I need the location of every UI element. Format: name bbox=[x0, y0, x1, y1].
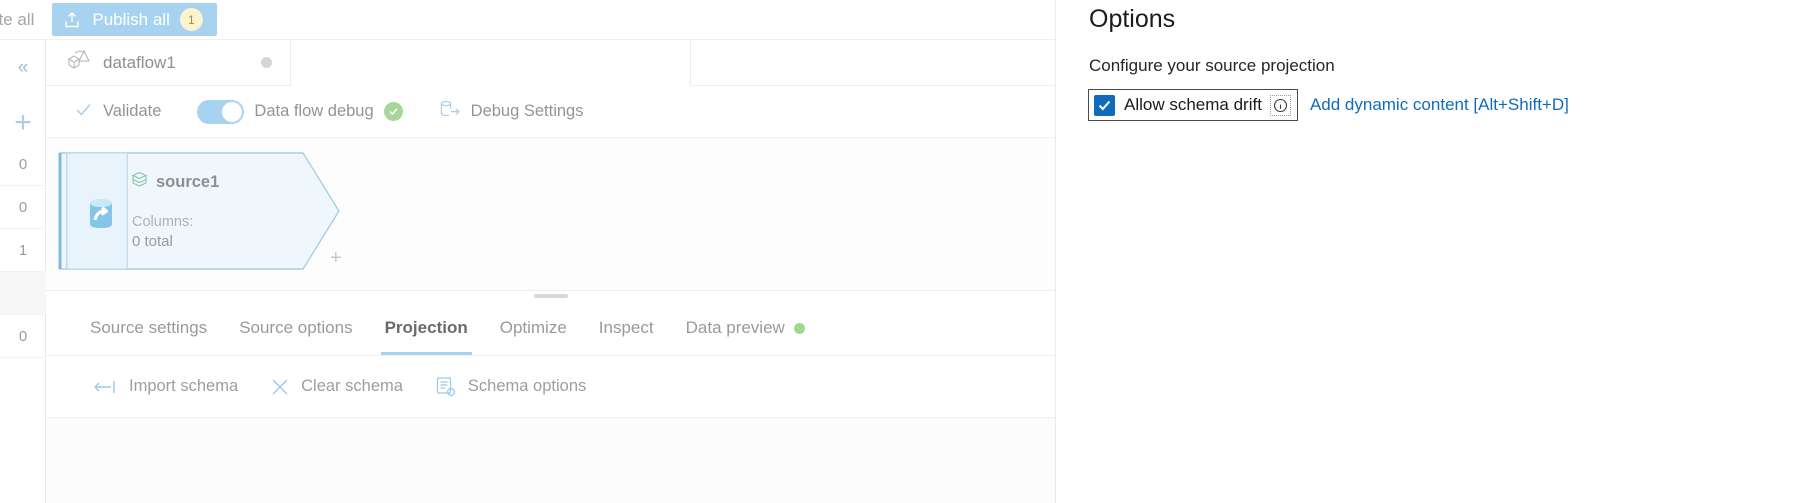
upload-icon bbox=[62, 10, 82, 30]
options-panel-subtitle: Configure your source projection bbox=[1089, 56, 1335, 75]
allow-schema-drift-label: Allow schema drift bbox=[1124, 95, 1262, 114]
settings-pane: Source settings Source options Projectio… bbox=[46, 302, 1055, 418]
import-schema-label: Import schema bbox=[129, 377, 239, 395]
source-node-meta: Columns: 0 total bbox=[132, 214, 193, 250]
blob-storage-icon bbox=[84, 196, 118, 230]
rail-count-row[interactable]: 1 bbox=[0, 229, 46, 272]
dataflow-icon bbox=[66, 48, 92, 77]
source-node[interactable]: source1 Columns: 0 total + bbox=[58, 152, 342, 270]
tab-label: Data preview bbox=[685, 318, 785, 337]
dataflow-tab-strip: dataflow1 bbox=[46, 39, 1055, 86]
tab-projection[interactable]: Projection bbox=[369, 301, 484, 355]
rail-count-row-selected[interactable] bbox=[0, 272, 46, 315]
rail-count-row[interactable]: 0 bbox=[0, 143, 46, 186]
schema-options-label: Schema options bbox=[467, 377, 587, 395]
options-panel-title: Options bbox=[1089, 5, 1176, 33]
clear-schema-label: Clear schema bbox=[301, 377, 403, 395]
success-check-icon bbox=[383, 102, 403, 121]
data-flow-debug-label: Data flow debug bbox=[254, 102, 374, 120]
dataflow-name: dataflow1 bbox=[103, 52, 176, 72]
tab-optimize[interactable]: Optimize bbox=[484, 301, 583, 355]
source-node-name: source1 bbox=[156, 172, 220, 191]
dataflow-canvas[interactable]: source1 Columns: 0 total + bbox=[46, 138, 1055, 290]
debug-settings-label: Debug Settings bbox=[470, 102, 584, 120]
columns-label: Columns: bbox=[132, 214, 194, 230]
tab-label: Inspect bbox=[598, 318, 654, 337]
azure-data-factory-dataflow-screen: lidate all Publish all 1 « + 0 0 1 0 bbox=[0, 0, 1794, 503]
tab-source-options[interactable]: Source options bbox=[223, 301, 368, 355]
toggle-switch[interactable] bbox=[197, 99, 245, 124]
tab-source-settings[interactable]: Source settings bbox=[74, 301, 223, 355]
unsaved-dot-icon bbox=[261, 57, 272, 68]
dataflow-tab-empty-slot bbox=[291, 39, 691, 86]
source-node-title: source1 bbox=[130, 170, 219, 194]
info-icon[interactable] bbox=[1269, 94, 1291, 116]
schema-command-bar: Import schema Clear schema Schema option… bbox=[46, 356, 1055, 418]
import-arrow-icon bbox=[94, 378, 118, 396]
debug-settings-button[interactable]: Debug Settings bbox=[421, 99, 602, 124]
allow-schema-drift-control[interactable]: Allow schema drift bbox=[1088, 89, 1298, 121]
publish-all-label: Publish all bbox=[92, 9, 170, 29]
allow-schema-drift-checkbox[interactable] bbox=[1094, 94, 1115, 116]
tab-label: Source options bbox=[239, 318, 353, 337]
import-schema-button[interactable]: Import schema bbox=[76, 377, 254, 396]
tab-inspect[interactable]: Inspect bbox=[583, 301, 670, 355]
tab-label: Source settings bbox=[90, 318, 208, 337]
dataflow-main-area: dataflow1 Validate Data flow debug Debug… bbox=[46, 39, 1055, 503]
dataflow-command-bar: Validate Data flow debug Debug Settings bbox=[46, 86, 1055, 138]
plus-icon[interactable]: + bbox=[0, 108, 46, 138]
validate-button[interactable]: Validate bbox=[74, 100, 179, 124]
publish-all-button[interactable]: Publish all 1 bbox=[52, 3, 217, 36]
validate-all-button[interactable]: lidate all bbox=[0, 10, 34, 30]
source-stack-icon bbox=[130, 170, 149, 194]
tab-label: Projection bbox=[384, 318, 468, 337]
add-dynamic-content-link[interactable]: Add dynamic content [Alt+Shift+D] bbox=[1310, 95, 1569, 115]
close-x-icon bbox=[270, 377, 290, 397]
columns-value: 0 total bbox=[132, 233, 173, 250]
clear-schema-button[interactable]: Clear schema bbox=[254, 377, 419, 397]
chevron-double-left-icon[interactable]: « bbox=[0, 58, 46, 77]
checkmark-icon bbox=[74, 100, 93, 124]
left-rail: « + 0 0 1 0 bbox=[0, 40, 46, 503]
schema-options-icon bbox=[435, 376, 457, 398]
rail-count-list: 0 0 1 0 bbox=[0, 143, 46, 358]
options-panel: Options Configure your source projection… bbox=[1055, 0, 1794, 503]
rail-count-row[interactable]: 0 bbox=[0, 315, 46, 358]
add-transformation-plus-icon[interactable]: + bbox=[330, 248, 342, 268]
top-command-bar: lidate all Publish all 1 bbox=[0, 0, 1055, 40]
toggle-knob bbox=[222, 101, 243, 122]
settings-tab-list: Source settings Source options Projectio… bbox=[46, 302, 1055, 356]
dataflow-tab[interactable]: dataflow1 bbox=[46, 39, 291, 86]
splitter-handle[interactable] bbox=[533, 294, 568, 298]
data-flow-debug-toggle[interactable]: Data flow debug bbox=[179, 99, 420, 124]
database-arrow-icon bbox=[439, 99, 461, 124]
allow-schema-drift-row: Allow schema drift Add dynamic content [… bbox=[1088, 89, 1569, 121]
tab-data-preview[interactable]: Data preview bbox=[670, 301, 821, 355]
tab-label: Optimize bbox=[499, 318, 567, 337]
data-preview-status-dot-icon bbox=[793, 322, 805, 334]
validate-label: Validate bbox=[103, 102, 162, 120]
publish-count-badge: 1 bbox=[179, 8, 203, 31]
rail-count-row[interactable]: 0 bbox=[0, 186, 46, 229]
schema-options-button[interactable]: Schema options bbox=[419, 376, 602, 398]
